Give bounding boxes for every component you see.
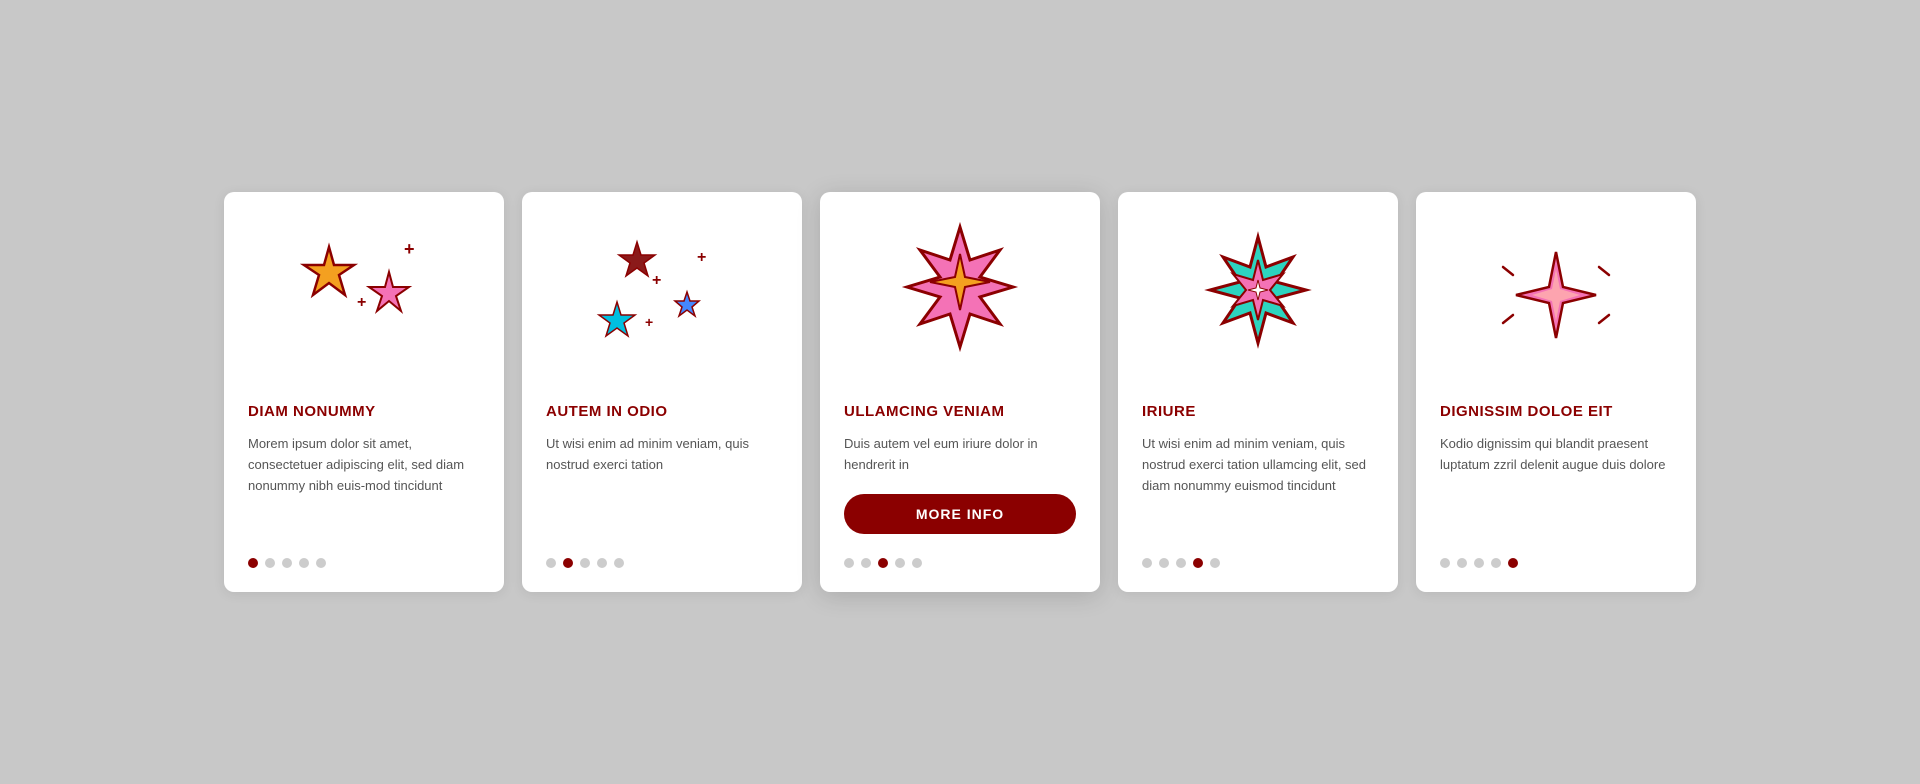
dot-1 — [1457, 558, 1467, 568]
dot-1 — [563, 558, 573, 568]
dot-3 — [895, 558, 905, 568]
card-4-text: Ut wisi enim ad minim veniam, quis nostr… — [1142, 434, 1374, 532]
card-1: + + DIAM NONUMMY Morem ipsum dolor sit a… — [224, 192, 504, 591]
more-info-button[interactable]: MORE INFO — [844, 494, 1076, 534]
card-1-text: Morem ipsum dolor sit amet, consectetuer… — [248, 434, 480, 532]
dot-2 — [580, 558, 590, 568]
svg-text:+: + — [404, 239, 415, 259]
card-2-title: AUTEM IN ODIO — [546, 402, 668, 422]
card-3-icon — [844, 222, 1076, 382]
svg-text:+: + — [645, 314, 653, 330]
svg-text:+: + — [652, 272, 661, 289]
dot-4 — [316, 558, 326, 568]
dot-4 — [912, 558, 922, 568]
dot-3 — [299, 558, 309, 568]
dot-2 — [282, 558, 292, 568]
card-1-title: DIAM NONUMMY — [248, 402, 376, 422]
svg-text:+: + — [697, 249, 706, 266]
dot-3 — [1491, 558, 1501, 568]
dot-0 — [546, 558, 556, 568]
dot-0 — [1142, 558, 1152, 568]
dot-4 — [1210, 558, 1220, 568]
dot-2 — [1176, 558, 1186, 568]
dot-3 — [1193, 558, 1203, 568]
card-3-text: Duis autem vel eum iriure dolor in hendr… — [844, 434, 1076, 476]
dot-0 — [1440, 558, 1450, 568]
dot-3 — [597, 558, 607, 568]
dot-1 — [1159, 558, 1169, 568]
card-5-icon — [1440, 222, 1672, 382]
dot-4 — [614, 558, 624, 568]
card-3: ULLAMCING VENIAM Duis autem vel eum iriu… — [820, 192, 1100, 591]
dot-1 — [265, 558, 275, 568]
card-2-dots — [546, 550, 624, 568]
card-4-icon — [1142, 222, 1374, 382]
dot-0 — [248, 558, 258, 568]
card-3-dots — [844, 550, 922, 568]
dot-0 — [844, 558, 854, 568]
card-4-title: IRIURE — [1142, 402, 1196, 422]
card-5-title: DIGNISSIM DOLOE EIT — [1440, 402, 1613, 422]
dot-2 — [878, 558, 888, 568]
card-3-title: ULLAMCING VENIAM — [844, 402, 1005, 422]
card-1-dots — [248, 550, 326, 568]
card-2-icon: + + + — [546, 222, 778, 382]
card-5: DIGNISSIM DOLOE EIT Kodio dignissim qui … — [1416, 192, 1696, 591]
card-4: IRIURE Ut wisi enim ad minim veniam, qui… — [1118, 192, 1398, 591]
cards-container: + + DIAM NONUMMY Morem ipsum dolor sit a… — [164, 152, 1756, 631]
dot-4 — [1508, 558, 1518, 568]
card-5-text: Kodio dignissim qui blandit praesent lup… — [1440, 434, 1672, 532]
card-2: + + + AUTEM IN ODIO Ut wisi enim ad mini… — [522, 192, 802, 591]
svg-text:+: + — [357, 294, 366, 311]
card-1-icon: + + — [248, 222, 480, 382]
dot-1 — [861, 558, 871, 568]
dot-2 — [1474, 558, 1484, 568]
card-4-dots — [1142, 550, 1220, 568]
card-5-dots — [1440, 550, 1518, 568]
card-2-text: Ut wisi enim ad minim veniam, quis nostr… — [546, 434, 778, 532]
